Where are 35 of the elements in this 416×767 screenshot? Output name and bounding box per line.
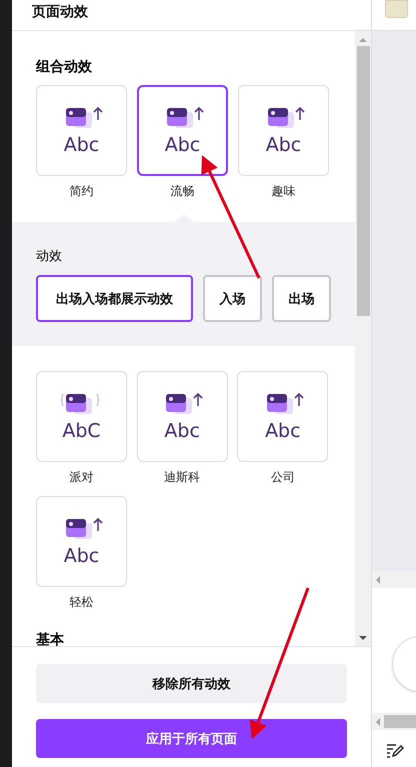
- panel-title: 页面动效: [32, 4, 88, 18]
- apply-button[interactable]: 应用于所有页面: [36, 719, 347, 758]
- animation-card[interactable]: Abc: [237, 371, 328, 462]
- card-label: 轻松: [70, 594, 94, 611]
- preview-text: Abc: [64, 135, 100, 155]
- option-button[interactable]: 出场: [272, 275, 331, 322]
- animation-card[interactable]: AbC: [36, 371, 127, 462]
- option-button[interactable]: 入场: [203, 275, 262, 322]
- preview-text: Abc: [265, 421, 301, 441]
- animation-card[interactable]: Abc: [36, 496, 127, 587]
- card-label: 公司: [270, 469, 295, 486]
- card-label: 迪斯科: [164, 469, 200, 486]
- animation-card[interactable]: Abc: [136, 371, 228, 462]
- preview-text: Abc: [164, 135, 200, 155]
- pencil-icon[interactable]: [386, 742, 404, 758]
- preview-text: Abc: [64, 546, 100, 566]
- horizontal-scrollbar[interactable]: [372, 713, 416, 730]
- page-thumbnail[interactable]: [385, 0, 408, 18]
- preview-text: AbC: [62, 421, 101, 441]
- section-heading: 动效: [36, 247, 63, 264]
- option-button[interactable]: 出场入场都展示动效: [36, 275, 193, 322]
- horizontal-scrollbar[interactable]: [372, 571, 416, 588]
- remove-button[interactable]: 移除所有动效: [36, 664, 347, 703]
- section-heading: 基本: [36, 631, 65, 646]
- card-label: 趣味: [272, 183, 296, 200]
- animation-card[interactable]: Abc: [137, 85, 228, 176]
- card-label: 流畅: [170, 183, 194, 200]
- scrollbar[interactable]: [355, 31, 371, 646]
- card-label: 简约: [70, 183, 94, 200]
- animation-card[interactable]: Abc: [36, 85, 127, 176]
- preview-text: Abc: [164, 421, 200, 441]
- card-label: 派对: [70, 469, 94, 486]
- animation-card[interactable]: Abc: [238, 85, 329, 176]
- section-heading: 组合动效: [36, 57, 93, 76]
- preview-text: Abc: [266, 135, 302, 155]
